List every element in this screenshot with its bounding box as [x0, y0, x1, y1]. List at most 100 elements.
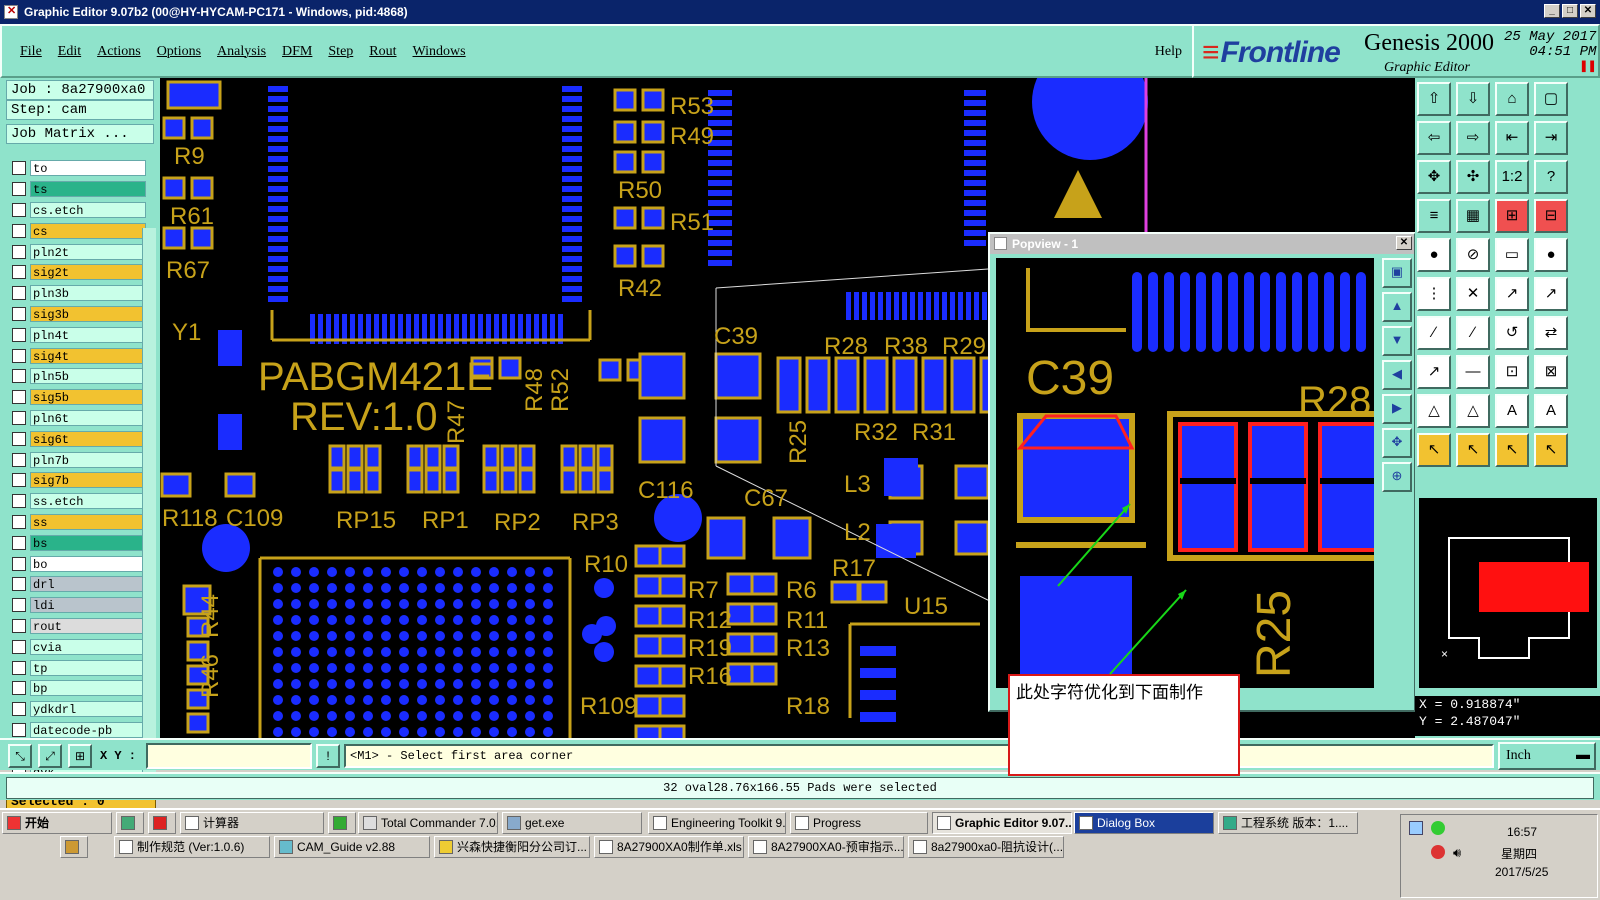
- layer-row[interactable]: bs: [6, 532, 156, 553]
- layer-checkbox[interactable]: [12, 598, 26, 613]
- task-progress[interactable]: Progress: [790, 812, 928, 834]
- layer-checkbox[interactable]: [12, 348, 26, 363]
- task-prereview[interactable]: 8A27900XA0-预审指示....: [748, 836, 904, 858]
- layer-name[interactable]: sig3b: [30, 305, 146, 322]
- layer-checkbox[interactable]: [12, 494, 26, 509]
- layer-checkbox[interactable]: [12, 161, 26, 176]
- tool-button-36[interactable]: A: [1534, 394, 1568, 428]
- layer-checkbox[interactable]: [12, 410, 26, 425]
- tool-button-30[interactable]: —: [1456, 355, 1490, 389]
- layer-name[interactable]: rout: [30, 617, 146, 634]
- layer-name[interactable]: cs: [30, 222, 146, 239]
- tool-button-39[interactable]: ↖: [1495, 433, 1529, 467]
- layer-row[interactable]: ts: [6, 179, 156, 200]
- tool-button-14[interactable]: ▦: [1456, 199, 1490, 233]
- tool-button-37[interactable]: ↖: [1417, 433, 1451, 467]
- layer-checkbox[interactable]: [12, 639, 26, 654]
- layer-name[interactable]: ydkdrl: [30, 701, 146, 718]
- task-spec[interactable]: 制作规范 (Ver:1.0.6): [114, 836, 270, 858]
- layer-checkbox[interactable]: [12, 306, 26, 321]
- layer-checkbox[interactable]: [12, 182, 26, 197]
- layer-name[interactable]: cs.etch: [30, 201, 146, 218]
- layer-row[interactable]: drl: [6, 574, 156, 595]
- popview-tool-2[interactable]: ▲: [1382, 292, 1412, 322]
- layer-checkbox[interactable]: [12, 514, 26, 529]
- tool-button-1[interactable]: ⇧: [1417, 82, 1451, 116]
- layer-checkbox[interactable]: [12, 452, 26, 467]
- layer-checkbox[interactable]: [12, 473, 26, 488]
- layer-name[interactable]: ss: [30, 513, 146, 530]
- tool-button-34[interactable]: △: [1456, 394, 1490, 428]
- tool-button-20[interactable]: ●: [1534, 238, 1568, 272]
- layer-row[interactable]: pln4t: [6, 324, 156, 345]
- layer-checkbox[interactable]: [12, 265, 26, 280]
- maximize-button[interactable]: □: [1562, 4, 1578, 18]
- layer-row[interactable]: sig2t: [6, 262, 156, 283]
- task-total-commander[interactable]: Total Commander 7.0...: [358, 812, 498, 834]
- layer-name[interactable]: sig4t: [30, 347, 146, 364]
- menu-step[interactable]: Step: [328, 44, 353, 60]
- tool-button-10[interactable]: ✣: [1456, 160, 1490, 194]
- layer-checkbox[interactable]: [12, 390, 26, 405]
- tool-button-33[interactable]: △: [1417, 394, 1451, 428]
- minimap[interactable]: ×: [1419, 498, 1597, 688]
- layer-row[interactable]: sig7b: [6, 470, 156, 491]
- tool-button-31[interactable]: ⊡: [1495, 355, 1529, 389]
- layer-name[interactable]: drl: [30, 576, 146, 593]
- layer-row[interactable]: cs: [6, 220, 156, 241]
- popview-tool-6[interactable]: ✥: [1382, 428, 1412, 458]
- zoom-area-button[interactable]: ⤢: [38, 744, 62, 768]
- xy-input[interactable]: [146, 743, 312, 769]
- layer-row[interactable]: sig6t: [6, 428, 156, 449]
- layer-checkbox[interactable]: [12, 660, 26, 675]
- layer-checkbox[interactable]: [12, 369, 26, 384]
- tool-button-27[interactable]: ↺: [1495, 316, 1529, 350]
- layer-row[interactable]: pln2t: [6, 241, 156, 262]
- task-engineering-system[interactable]: 工程系统 版本：1....: [1218, 812, 1358, 834]
- layer-name[interactable]: datecode-pb: [30, 721, 146, 738]
- minimize-button[interactable]: _: [1544, 4, 1560, 18]
- tool-button-21[interactable]: ⋮: [1417, 277, 1451, 311]
- layer-name[interactable]: bo: [30, 555, 146, 572]
- layer-checkbox[interactable]: [12, 702, 26, 717]
- popview-tool-5[interactable]: ▶: [1382, 394, 1412, 424]
- popview-titlebar[interactable]: Popview - 1 ✕: [990, 234, 1414, 254]
- tool-button-18[interactable]: ⊘: [1456, 238, 1490, 272]
- tool-button-22[interactable]: ✕: [1456, 277, 1490, 311]
- tool-button-2[interactable]: ⇩: [1456, 82, 1490, 116]
- task-cam-guide[interactable]: CAM_Guide v2.88: [274, 836, 430, 858]
- task-get-exe[interactable]: get.exe: [502, 812, 642, 834]
- popview-tool-7[interactable]: ⊕: [1382, 462, 1412, 492]
- layer-checkbox[interactable]: [12, 223, 26, 238]
- layer-checkbox[interactable]: [12, 431, 26, 446]
- layer-name[interactable]: pln4t: [30, 326, 146, 343]
- layer-name[interactable]: pln2t: [30, 243, 146, 260]
- menu-analysis[interactable]: Analysis: [217, 44, 266, 60]
- menu-windows[interactable]: Windows: [413, 44, 466, 60]
- tool-button-24[interactable]: ↗: [1534, 277, 1568, 311]
- task-xls[interactable]: 8A27900XA0制作单.xls ...: [594, 836, 744, 858]
- zoom-home-button[interactable]: ⤡: [8, 744, 32, 768]
- task-graphic-editor[interactable]: Graphic Editor 9.07...: [932, 812, 1072, 834]
- layer-row[interactable]: ss: [6, 512, 156, 533]
- layer-name[interactable]: pln5b: [30, 368, 146, 385]
- tool-button-7[interactable]: ⇤: [1495, 121, 1529, 155]
- layer-row[interactable]: bp: [6, 678, 156, 699]
- layer-checkbox[interactable]: [12, 327, 26, 342]
- layer-row[interactable]: to: [6, 158, 156, 179]
- layer-row[interactable]: cvia: [6, 636, 156, 657]
- tool-button-5[interactable]: ⇦: [1417, 121, 1451, 155]
- layer-name[interactable]: ts: [30, 181, 146, 198]
- layer-row[interactable]: sig3b: [6, 304, 156, 325]
- tool-button-15[interactable]: ⊞: [1495, 199, 1529, 233]
- layer-name[interactable]: pln7b: [30, 451, 146, 468]
- tool-button-17[interactable]: ●: [1417, 238, 1451, 272]
- menu-dfm[interactable]: DFM: [282, 44, 312, 60]
- popview-tool-4[interactable]: ◀: [1382, 360, 1412, 390]
- tool-button-25[interactable]: ∕: [1417, 316, 1451, 350]
- layer-row[interactable]: ss.etch: [6, 491, 156, 512]
- popview-tool-1[interactable]: ▣: [1382, 258, 1412, 288]
- tool-button-23[interactable]: ↗: [1495, 277, 1529, 311]
- layer-name[interactable]: cvia: [30, 638, 146, 655]
- app-icon[interactable]: [4, 4, 18, 19]
